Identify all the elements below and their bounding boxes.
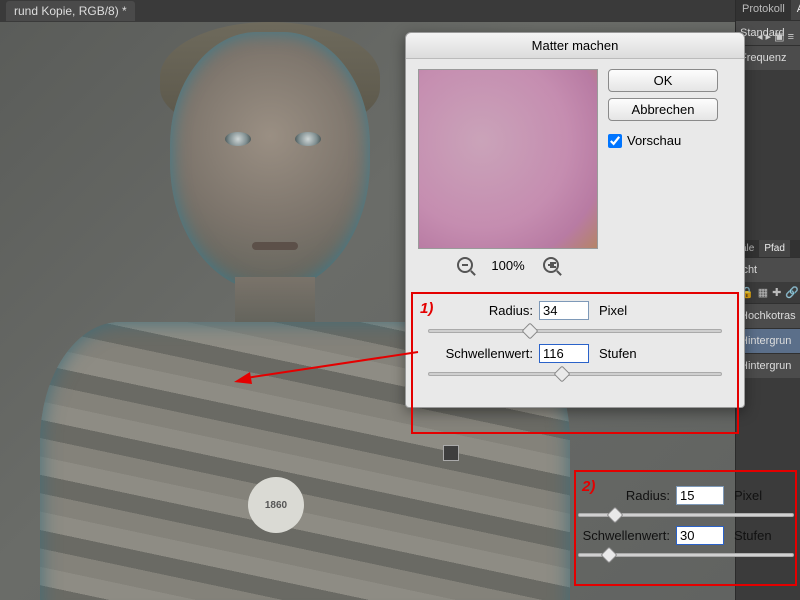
threshold2-input[interactable]	[676, 526, 724, 545]
zoom-out-icon[interactable]	[457, 257, 473, 273]
radius2-input[interactable]	[676, 486, 724, 505]
document-tab-strip: rund Kopie, RGB/8) *	[0, 0, 800, 22]
threshold2-slider[interactable]	[578, 553, 794, 557]
portrait-mouth	[252, 242, 298, 250]
channels-tabs[interactable]: äle Pfad	[736, 240, 800, 257]
zoom-level: 100%	[491, 258, 524, 273]
radius2-slider[interactable]	[578, 513, 794, 517]
club-badge: 1860	[248, 477, 304, 533]
cancel-button[interactable]: Abbrechen	[608, 98, 718, 121]
params-group-2: Radius: Pixel Schwellenwert: Stufen	[578, 480, 794, 560]
preview-checkbox-row[interactable]: Vorschau	[608, 133, 718, 148]
portrait-eye-left	[225, 132, 251, 146]
zoom-in-icon[interactable]	[543, 257, 559, 273]
tab-pfade[interactable]: Pfad	[759, 240, 790, 257]
transform-handle-icon[interactable]	[443, 445, 459, 461]
radius2-unit: Pixel	[734, 488, 762, 503]
layer-hintergrund-1[interactable]: Hintergrun	[736, 328, 800, 353]
grid-icon[interactable]: ✚	[772, 286, 781, 299]
panel-menu-icons[interactable]: ◂ ▸ ▣ ≡	[751, 26, 800, 47]
tab-aktionen[interactable]: Aktionen	[791, 0, 800, 20]
portrait-head	[170, 32, 370, 292]
annotation-box-1	[411, 292, 739, 434]
blend-mode[interactable]: icht	[736, 257, 800, 282]
ok-button[interactable]: OK	[608, 69, 718, 92]
radius2-label: Radius:	[578, 488, 670, 503]
portrait-eye-right	[295, 132, 321, 146]
threshold2-unit: Stufen	[734, 528, 772, 543]
fx-icon[interactable]: ▦	[758, 286, 768, 299]
lock-icon-row[interactable]: 🔒 ▦ ✚ 🔗	[736, 282, 800, 303]
filter-preview[interactable]	[418, 69, 598, 249]
document-tab[interactable]: rund Kopie, RGB/8) *	[6, 1, 135, 21]
annotation-label-1: 1)	[420, 300, 433, 317]
preview-checkbox-label: Vorschau	[627, 133, 681, 148]
threshold2-label: Schwellenwert:	[578, 528, 670, 543]
layer-hintergrund-2[interactable]: Hintergrun	[736, 353, 800, 378]
action-row-frequenz[interactable]: Frequenz	[736, 45, 800, 70]
layer-hochkontrast[interactable]: Hochkotras	[736, 303, 800, 328]
preview-checkbox[interactable]	[608, 134, 622, 148]
dialog-title: Matter machen	[406, 33, 744, 59]
link-icon[interactable]: 🔗	[785, 286, 799, 299]
history-panel-tabs[interactable]: Protokoll Aktionen	[736, 0, 800, 20]
tab-protokoll[interactable]: Protokoll	[736, 0, 791, 20]
